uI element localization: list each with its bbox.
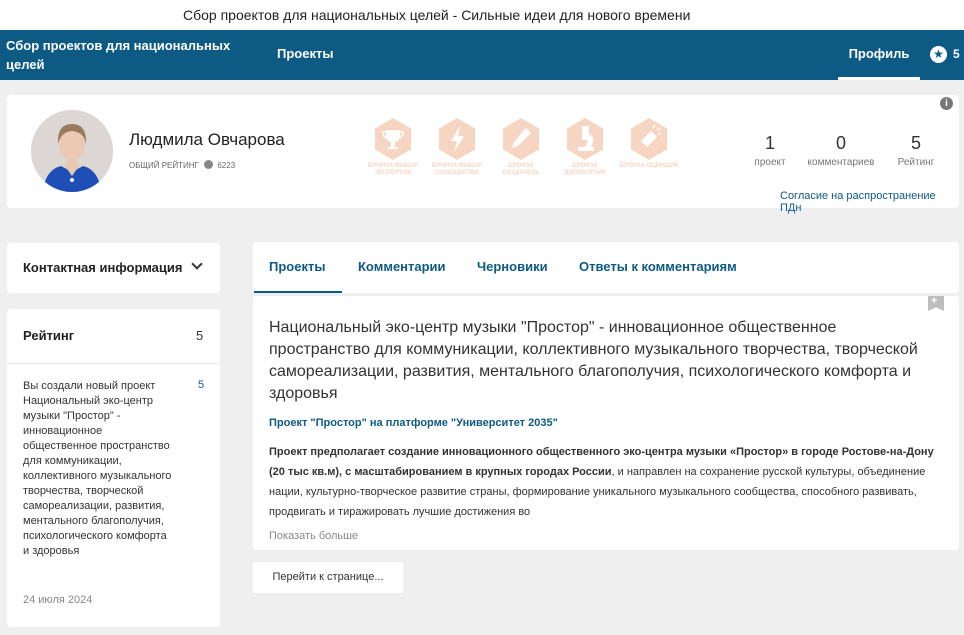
stat-rating-value: 5 <box>910 133 921 153</box>
nav-profile-link[interactable]: Профиль <box>838 30 920 80</box>
site-title[interactable]: Сбор проектов для национальных целей <box>6 36 236 74</box>
lightning-icon <box>439 118 475 160</box>
window-title: Сбор проектов для национальных целей - С… <box>0 0 964 30</box>
badge-label: бронза доработчик <box>564 163 606 176</box>
microscope-icon <box>567 118 603 160</box>
avatar <box>31 110 113 192</box>
overall-rating-label: общий рейтинг <box>129 161 199 170</box>
stat-projects: 1 проект <box>735 133 805 168</box>
badge-label: бронза создатель <box>502 163 540 176</box>
stat-rating-label: Рейтинг <box>897 157 935 168</box>
stat-rating: 5 Рейтинг <box>881 133 951 168</box>
overall-rating: общий рейтинг 6223 <box>129 160 235 170</box>
stat-comments-value: 0 <box>835 133 846 153</box>
rating-panel-value: 5 <box>196 328 204 343</box>
overall-rating-points: 6223 <box>217 161 236 170</box>
stat-comments: 0 комментариев <box>806 133 876 168</box>
profile-tabs: Проекты Комментарии Черновики Ответы к к… <box>253 242 959 293</box>
trophy-icon <box>375 118 411 160</box>
project-title[interactable]: Национальный эко-центр музыки "Простор" … <box>269 317 939 405</box>
badges-row: бронза выбор экспертов бронза выбор сооб… <box>362 117 682 197</box>
stat-projects-value: 1 <box>764 133 775 153</box>
activity-points: 5 <box>198 379 205 391</box>
badge-creator[interactable]: бронза создатель <box>490 117 552 177</box>
badge-community-choice[interactable]: бронза выбор сообщества <box>426 117 488 177</box>
info-icon[interactable]: i <box>940 97 953 110</box>
badge-expert-choice[interactable]: бронза выбор экспертов <box>362 117 424 177</box>
project-description: Проект предполагает создание инновационн… <box>269 442 949 522</box>
goto-page-button[interactable]: Перейти к странице... <box>253 562 403 593</box>
profile-card: Людмила Овчарова общий рейтинг 6223 брон… <box>7 95 959 214</box>
badge-label: бронза оценщик <box>619 163 679 169</box>
nav-projects-link[interactable]: Проекты <box>277 46 333 61</box>
rating-panel: Рейтинг 5 Вы создали новый проект Национ… <box>7 309 220 627</box>
badge-refiner[interactable]: бронза доработчик <box>554 117 616 177</box>
pencil-icon <box>503 118 539 160</box>
tab-drafts[interactable]: Черновики <box>477 259 548 274</box>
contact-info-panel[interactable]: Контактная информация <box>7 243 220 293</box>
star-icon[interactable]: ★ <box>930 46 947 63</box>
show-more-link[interactable]: Показать больше <box>269 530 358 542</box>
badge-evaluator[interactable]: бронза оценщик <box>618 117 680 170</box>
stat-comments-label: комментариев <box>807 157 875 168</box>
activity-date: 24 июля 2024 <box>23 594 93 606</box>
tab-replies[interactable]: Ответы к комментариям <box>579 259 737 274</box>
rating-panel-title: Рейтинг <box>23 328 75 343</box>
user-name: Людмила Овчарова <box>129 130 285 149</box>
badge-label: бронза выбор сообщества <box>431 163 483 176</box>
project-card: + Национальный эко-центр музыки "Простор… <box>253 295 959 550</box>
divider <box>7 363 220 364</box>
top-navbar: Сбор проектов для национальных целей Про… <box>0 30 964 80</box>
project-subtitle[interactable]: Проект "Простор" на платформе "Университ… <box>269 417 558 429</box>
plus-icon: + <box>931 295 938 307</box>
stat-projects-label: проект <box>754 157 786 168</box>
consent-link[interactable]: Согласие на распространение ПДн <box>780 190 959 214</box>
avatar-image <box>31 110 113 192</box>
active-tab-indicator <box>254 291 342 293</box>
star-count: 5 <box>953 47 960 61</box>
badge-label: бронза выбор экспертов <box>367 163 419 176</box>
chevron-down-icon[interactable] <box>191 258 203 270</box>
flashlight-icon <box>631 118 667 160</box>
rating-points-icon <box>204 160 214 169</box>
activity-text: Вы создали новый проект Национальный эко… <box>23 380 172 557</box>
contact-info-title: Контактная информация <box>23 260 183 275</box>
tab-comments[interactable]: Комментарии <box>358 259 446 274</box>
tab-projects[interactable]: Проекты <box>269 259 325 274</box>
